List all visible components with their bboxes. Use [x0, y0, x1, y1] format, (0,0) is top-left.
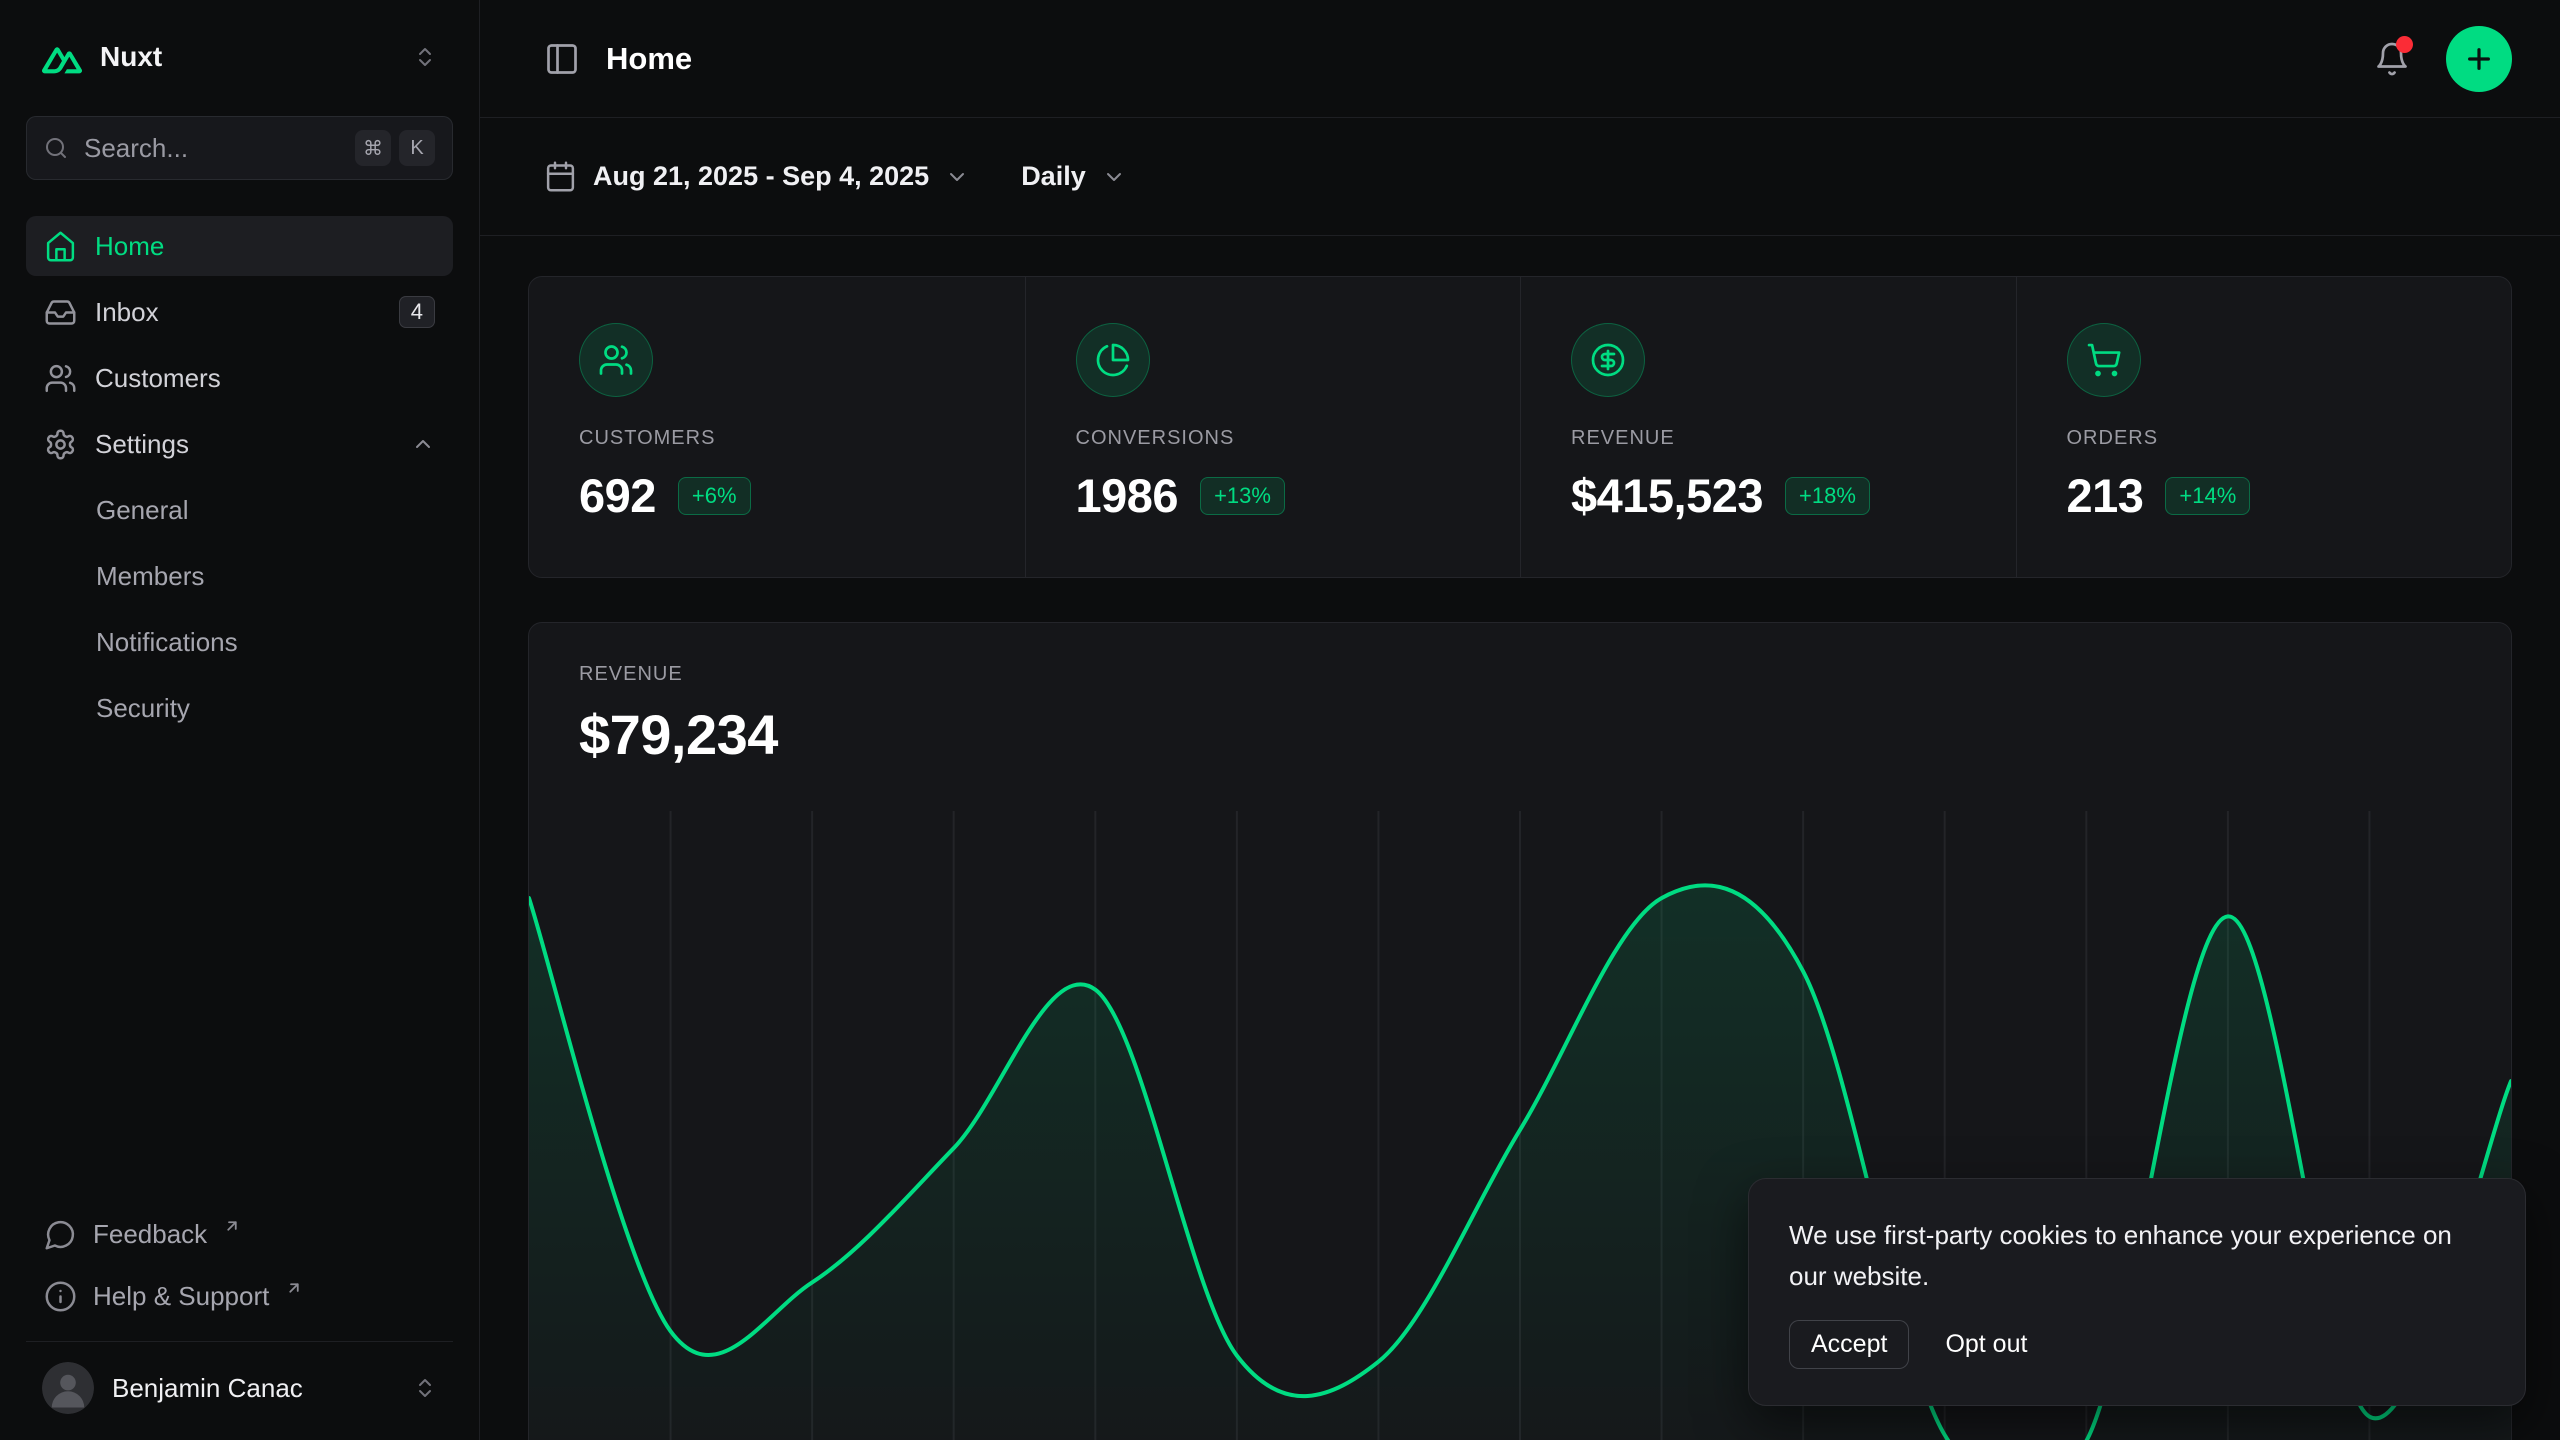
sidebar-item-settings-security[interactable]: Security — [26, 678, 453, 738]
sidebar-item-customers[interactable]: Customers — [26, 348, 453, 408]
stat-value: 692 — [579, 468, 656, 523]
search-icon — [44, 136, 68, 160]
stat-icon-wrap — [1076, 323, 1150, 397]
inbox-count-badge: 4 — [399, 296, 435, 328]
stat-customers[interactable]: CUSTOMERS 692 +6% — [529, 277, 1025, 577]
granularity-select[interactable]: Daily — [1021, 161, 1126, 192]
cookie-message: We use first-party cookies to enhance yo… — [1789, 1215, 2485, 1296]
stat-label: CONVERSIONS — [1076, 427, 1471, 450]
external-link-icon — [223, 1217, 241, 1235]
sidebar: Nuxt Search... ⌘ K Home — [0, 0, 480, 1440]
stat-orders[interactable]: ORDERS 213 +14% — [2016, 277, 2512, 577]
sidebar-subitem-label: General — [96, 495, 189, 526]
sidebar-item-label: Settings — [95, 429, 189, 460]
sidebar-item-label: Home — [95, 231, 164, 262]
feedback-link[interactable]: Feedback — [26, 1205, 453, 1263]
date-range-label: Aug 21, 2025 - Sep 4, 2025 — [593, 161, 929, 192]
cookie-accept-button[interactable]: Accept — [1789, 1320, 1909, 1369]
revenue-chart-value: $79,234 — [579, 702, 2461, 767]
stat-icon-wrap — [2067, 323, 2141, 397]
help-support-link[interactable]: Help & Support — [26, 1267, 453, 1325]
chevron-up-icon — [411, 432, 435, 456]
stat-value: 1986 — [1076, 468, 1179, 523]
stats-row: CUSTOMERS 692 +6% CONVERSIONS 1986 — [528, 276, 2512, 578]
stat-delta-badge: +6% — [678, 477, 751, 515]
sidebar-item-settings[interactable]: Settings — [26, 414, 453, 474]
notifications-button[interactable] — [2374, 41, 2410, 77]
avatar — [42, 1362, 94, 1414]
page-title: Home — [606, 41, 692, 77]
kbd-cmd: ⌘ — [355, 130, 391, 166]
workspace-name: Nuxt — [100, 41, 395, 73]
revenue-chart-label: REVENUE — [579, 663, 2461, 686]
filters-toolbar: Aug 21, 2025 - Sep 4, 2025 Daily — [480, 118, 2560, 236]
granularity-label: Daily — [1021, 161, 1086, 192]
calendar-icon — [544, 160, 577, 193]
stat-value: $415,523 — [1571, 468, 1763, 523]
stat-conversions[interactable]: CONVERSIONS 1986 +13% — [1025, 277, 1521, 577]
footer-item-label: Help & Support — [93, 1281, 269, 1312]
stat-label: ORDERS — [2067, 427, 2462, 450]
user-menu[interactable]: Benjamin Canac — [26, 1341, 453, 1422]
circle-dollar-icon — [1590, 342, 1626, 378]
sidebar-nav: Home Inbox 4 Customers — [26, 216, 453, 738]
info-circle-icon — [44, 1280, 77, 1313]
notification-dot — [2396, 36, 2413, 53]
sidebar-subitem-label: Notifications — [96, 627, 238, 658]
sidebar-spacer — [26, 738, 453, 1205]
cookie-actions: Accept Opt out — [1789, 1320, 2485, 1369]
cookie-optout-button[interactable]: Opt out — [1945, 1320, 2027, 1369]
avatar-image — [42, 1362, 94, 1414]
panel-left-icon — [544, 41, 580, 77]
footer-item-label: Feedback — [93, 1219, 207, 1250]
sidebar-item-label: Customers — [95, 363, 221, 394]
users-icon — [598, 342, 634, 378]
add-button[interactable] — [2446, 26, 2512, 92]
user-name: Benjamin Canac — [112, 1373, 395, 1404]
shopping-cart-icon — [2086, 342, 2122, 378]
chevrons-up-down-icon — [413, 1376, 437, 1400]
sidebar-item-inbox[interactable]: Inbox 4 — [26, 282, 453, 342]
sidebar-item-label: Inbox — [95, 297, 159, 328]
chat-bubble-icon — [44, 1218, 77, 1251]
stat-delta-badge: +14% — [2165, 477, 2250, 515]
chevron-down-icon — [1102, 165, 1126, 189]
stat-label: REVENUE — [1571, 427, 1966, 450]
page-header: Home — [480, 0, 2560, 118]
stat-delta-badge: +13% — [1200, 477, 1285, 515]
sidebar-footer: Feedback Help & Support — [26, 1205, 453, 1325]
gear-icon — [44, 428, 77, 461]
sidebar-item-settings-members[interactable]: Members — [26, 546, 453, 606]
stat-revenue[interactable]: REVENUE $415,523 +18% — [1520, 277, 2016, 577]
stat-icon-wrap — [579, 323, 653, 397]
plus-icon — [2463, 43, 2495, 75]
stat-value: 213 — [2067, 468, 2144, 523]
kbd-k: K — [399, 130, 435, 166]
date-range-picker[interactable]: Aug 21, 2025 - Sep 4, 2025 — [544, 160, 969, 193]
inbox-icon — [44, 296, 77, 329]
stat-icon-wrap — [1571, 323, 1645, 397]
search-input[interactable]: Search... ⌘ K — [26, 116, 453, 180]
sidebar-item-settings-general[interactable]: General — [26, 480, 453, 540]
sidebar-subitem-label: Security — [96, 693, 190, 724]
pie-chart-icon — [1095, 342, 1131, 378]
workspace-selector[interactable]: Nuxt — [26, 22, 453, 92]
stat-delta-badge: +18% — [1785, 477, 1870, 515]
search-placeholder: Search... — [84, 133, 339, 164]
chevron-down-icon — [945, 165, 969, 189]
external-link-icon — [285, 1279, 303, 1297]
cookie-banner: We use first-party cookies to enhance yo… — [1748, 1178, 2526, 1406]
revenue-chart-header: REVENUE $79,234 — [529, 623, 2511, 767]
header-actions — [2374, 26, 2512, 92]
sidebar-toggle-button[interactable] — [544, 41, 580, 77]
sidebar-subitem-label: Members — [96, 561, 204, 592]
sidebar-item-settings-notifications[interactable]: Notifications — [26, 612, 453, 672]
nuxt-logo-icon — [42, 37, 82, 77]
search-kbd-hints: ⌘ K — [355, 130, 435, 166]
home-icon — [44, 230, 77, 263]
chevrons-up-down-icon — [413, 45, 437, 69]
stat-label: CUSTOMERS — [579, 427, 975, 450]
sidebar-item-home[interactable]: Home — [26, 216, 453, 276]
users-icon — [44, 362, 77, 395]
